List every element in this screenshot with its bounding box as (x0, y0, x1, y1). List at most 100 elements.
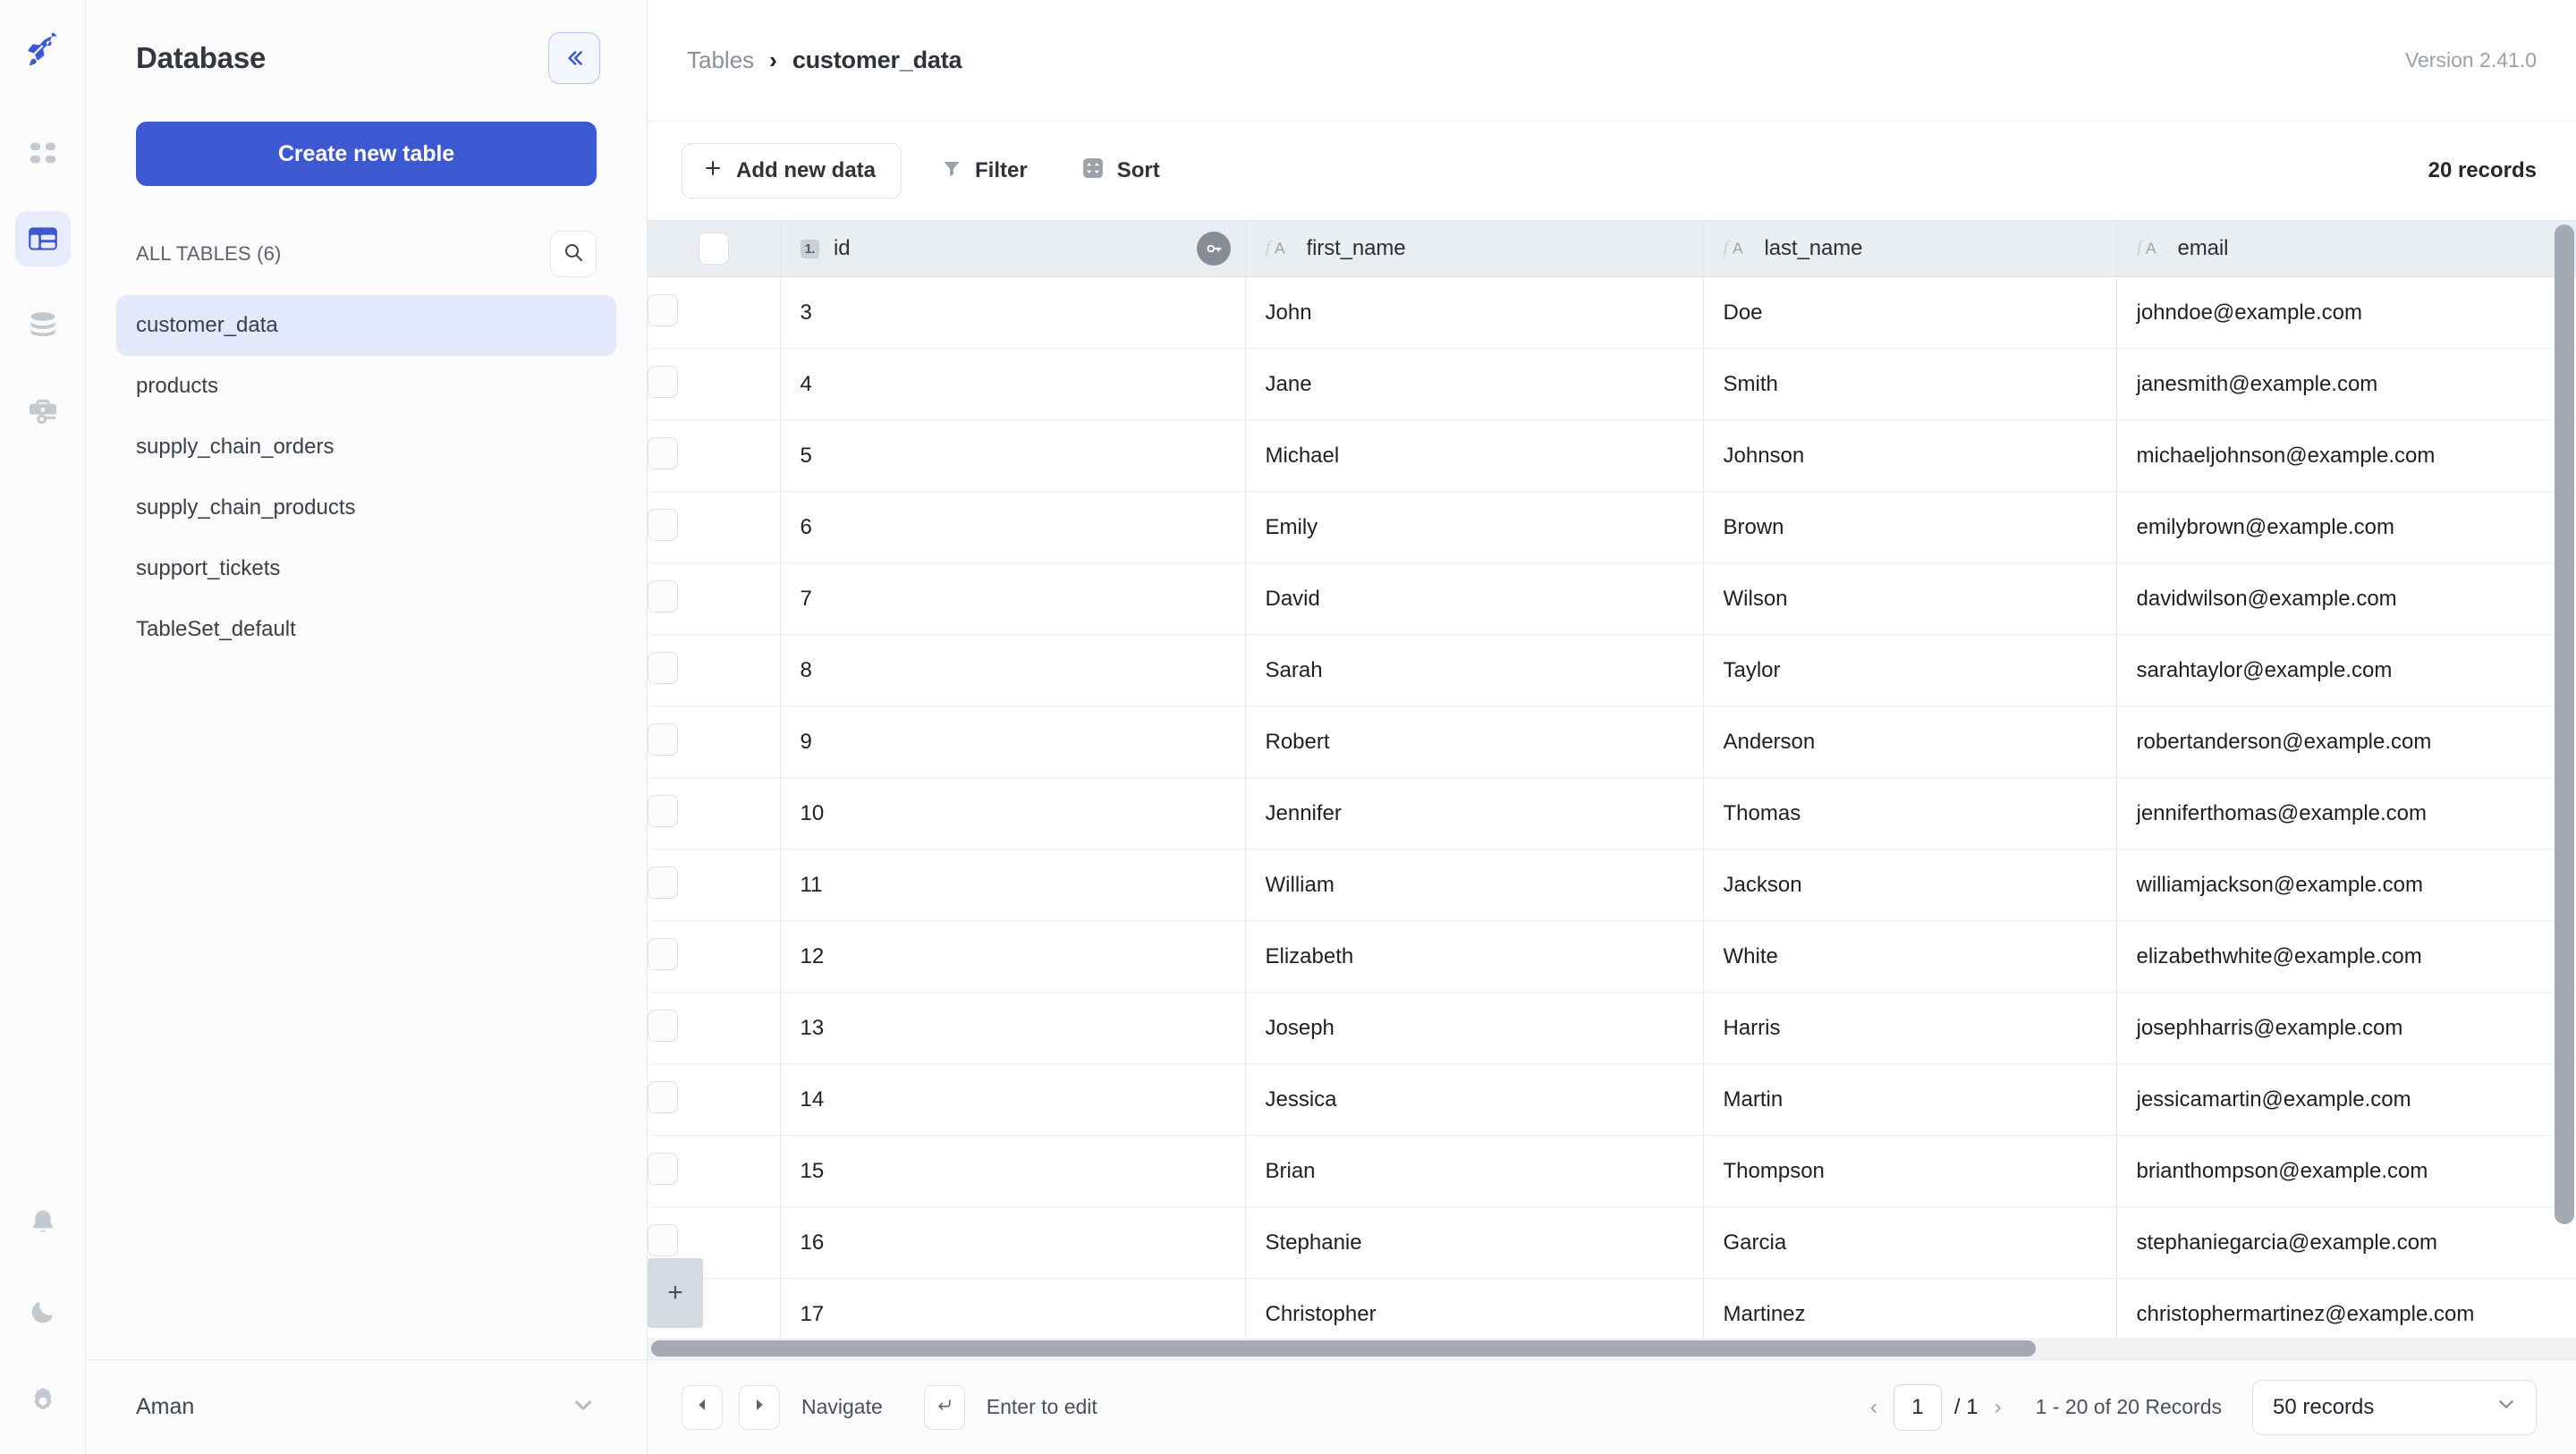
sidebar-item-supply-chain-orders[interactable]: supply_chain_orders (116, 417, 616, 478)
row-checkbox[interactable] (648, 1081, 678, 1113)
cell-first_name[interactable]: Michael (1245, 420, 1703, 492)
sidebar-item-customer-data[interactable]: customer_data (116, 295, 616, 356)
table-row[interactable]: 13JosephHarrisjosephharris@example.com78… (648, 993, 2576, 1064)
search-tables-button[interactable] (550, 231, 597, 277)
cell-email[interactable]: emilybrown@example.com (2116, 492, 2576, 563)
row-checkbox[interactable] (648, 1010, 678, 1042)
cell-last_name[interactable]: Wilson (1703, 563, 2116, 635)
column-header-id[interactable]: 1. id (780, 221, 1245, 277)
cell-last_name[interactable]: Martin (1703, 1064, 2116, 1136)
enter-key-button[interactable] (924, 1385, 965, 1430)
cell-last_name[interactable]: Smith (1703, 349, 2116, 420)
cell-first_name[interactable]: Jane (1245, 349, 1703, 420)
sidebar-item-tableset-default[interactable]: TableSet_default (116, 599, 616, 660)
bell-icon[interactable] (15, 1195, 71, 1250)
vertical-scrollbar[interactable] (2555, 224, 2574, 1224)
cell-last_name[interactable]: Garcia (1703, 1207, 2116, 1279)
page-number-input[interactable] (1894, 1384, 1942, 1431)
table-row[interactable]: 7DavidWilsondavidwilson@example.com23456… (648, 563, 2576, 635)
navigate-next-button[interactable] (739, 1385, 780, 1430)
cell-email[interactable]: johndoe@example.com (2116, 277, 2576, 349)
cell-first_name[interactable]: Elizabeth (1245, 921, 1703, 993)
table-row[interactable]: 10JenniferThomasjenniferthomas@example.c… (648, 778, 2576, 850)
cell-id[interactable]: 8 (780, 635, 1245, 706)
page-size-select[interactable]: 50 records (2252, 1380, 2537, 1435)
cell-email[interactable]: brianthompson@example.com (2116, 1136, 2576, 1207)
chevron-right-icon[interactable]: › (1991, 1395, 2005, 1420)
breadcrumb-tables[interactable]: Tables (687, 46, 754, 74)
cell-id[interactable]: 9 (780, 706, 1245, 778)
cell-last_name[interactable]: Taylor (1703, 635, 2116, 706)
cell-id[interactable]: 6 (780, 492, 1245, 563)
cell-first_name[interactable]: Jessica (1245, 1064, 1703, 1136)
cell-email[interactable]: robertanderson@example.com (2116, 706, 2576, 778)
horizontal-scrollbar-thumb[interactable] (651, 1340, 2036, 1357)
select-all-checkbox[interactable] (699, 232, 729, 265)
row-checkbox[interactable] (648, 938, 678, 970)
table-row[interactable]: 5MichaelJohnsonmichaeljohnson@example.co… (648, 420, 2576, 492)
gear-icon[interactable] (15, 1374, 71, 1429)
cell-id[interactable]: 16 (780, 1207, 1245, 1279)
cell-first_name[interactable]: Sarah (1245, 635, 1703, 706)
row-checkbox[interactable] (648, 795, 678, 827)
cell-email[interactable]: sarahtaylor@example.com (2116, 635, 2576, 706)
cell-id[interactable]: 5 (780, 420, 1245, 492)
user-menu[interactable]: Aman (86, 1359, 647, 1454)
cell-email[interactable]: janesmith@example.com (2116, 349, 2576, 420)
cell-last_name[interactable]: Thompson (1703, 1136, 2116, 1207)
table-row[interactable]: 16StephanieGarciastephaniegarcia@example… (648, 1207, 2576, 1279)
cell-email[interactable]: davidwilson@example.com (2116, 563, 2576, 635)
cell-id[interactable]: 13 (780, 993, 1245, 1064)
sidebar-item-supply-chain-products[interactable]: supply_chain_products (116, 478, 616, 538)
table-row[interactable]: 8SarahTaylorsarahtaylor@example.com67890… (648, 635, 2576, 706)
add-row-button[interactable]: + (648, 1258, 703, 1328)
row-checkbox[interactable] (648, 866, 678, 899)
cell-last_name[interactable]: Brown (1703, 492, 2116, 563)
table-row[interactable]: 9RobertAndersonrobertanderson@example.co… (648, 706, 2576, 778)
table-row[interactable]: 3JohnDoejohndoe@example.com1234567890 (648, 277, 2576, 349)
table-row[interactable]: 14JessicaMartinjessicamartin@example.com… (648, 1064, 2576, 1136)
column-header-last-name[interactable]: fA last_name (1703, 221, 2116, 277)
row-checkbox[interactable] (648, 294, 678, 326)
table-row[interactable]: 4JaneSmithjanesmith@example.com987654321… (648, 349, 2576, 420)
cell-email[interactable]: stephaniegarcia@example.com (2116, 1207, 2576, 1279)
cell-email[interactable]: michaeljohnson@example.com (2116, 420, 2576, 492)
rocket-logo-icon[interactable] (15, 23, 71, 79)
row-checkbox[interactable] (648, 437, 678, 469)
cell-first_name[interactable]: Robert (1245, 706, 1703, 778)
cell-id[interactable]: 11 (780, 850, 1245, 921)
row-checkbox[interactable] (648, 1224, 678, 1256)
table-row[interactable]: 11WilliamJacksonwilliamjackson@example.c… (648, 850, 2576, 921)
cell-id[interactable]: 4 (780, 349, 1245, 420)
toolbox-icon[interactable] (15, 383, 71, 438)
table-icon[interactable] (15, 211, 71, 266)
cell-email[interactable]: jessicamartin@example.com (2116, 1064, 2576, 1136)
add-new-data-button[interactable]: Add new data (682, 143, 902, 199)
sidebar-item-products[interactable]: products (116, 356, 616, 417)
cell-email[interactable]: jenniferthomas@example.com (2116, 778, 2576, 850)
cell-id[interactable]: 14 (780, 1064, 1245, 1136)
cell-id[interactable]: 15 (780, 1136, 1245, 1207)
cell-first_name[interactable]: William (1245, 850, 1703, 921)
sidebar-item-support-tickets[interactable]: support_tickets (116, 538, 616, 599)
sidebar-collapse-button[interactable] (548, 32, 600, 84)
horizontal-scrollbar[interactable] (648, 1338, 2576, 1359)
apps-grid-icon[interactable] (15, 125, 71, 181)
cell-last_name[interactable]: Jackson (1703, 850, 2116, 921)
cell-first_name[interactable]: David (1245, 563, 1703, 635)
moon-icon[interactable] (15, 1284, 71, 1340)
cell-last_name[interactable]: Harris (1703, 993, 2116, 1064)
cell-id[interactable]: 10 (780, 778, 1245, 850)
cell-id[interactable]: 3 (780, 277, 1245, 349)
create-new-table-button[interactable]: Create new table (136, 122, 597, 186)
database-stack-icon[interactable] (15, 297, 71, 352)
cell-first_name[interactable]: Stephanie (1245, 1207, 1703, 1279)
column-header-first-name[interactable]: fA first_name (1245, 221, 1703, 277)
cell-last_name[interactable]: Johnson (1703, 420, 2116, 492)
row-checkbox[interactable] (648, 723, 678, 756)
chevron-left-icon[interactable]: ‹ (1867, 1395, 1881, 1420)
cell-first_name[interactable]: Emily (1245, 492, 1703, 563)
cell-last_name[interactable]: Thomas (1703, 778, 2116, 850)
column-header-email[interactable]: fA email (2116, 221, 2576, 277)
filter-button[interactable]: Filter (927, 143, 1042, 199)
